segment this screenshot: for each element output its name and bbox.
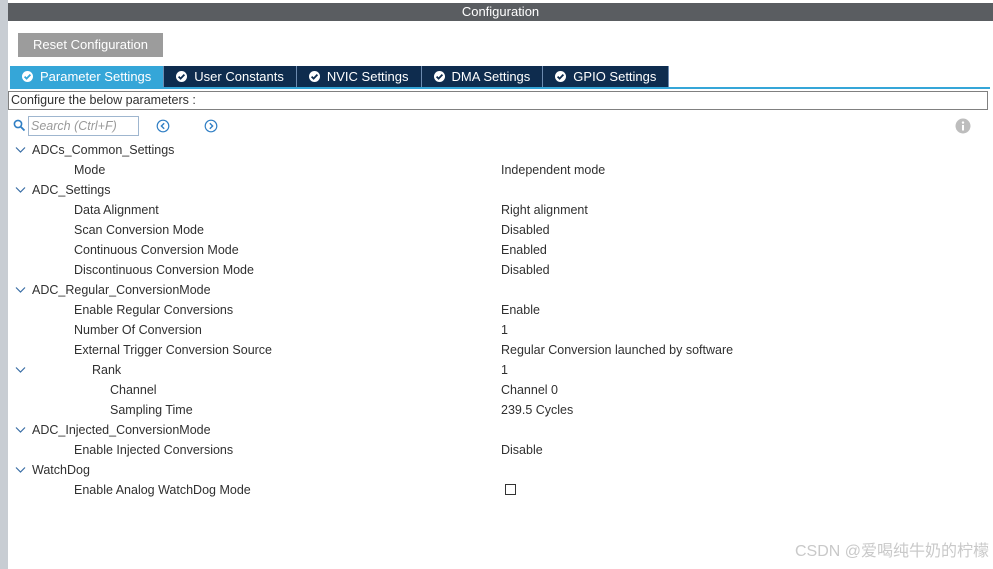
param-value[interactable]: Enable <box>501 300 540 320</box>
param-value[interactable]: Disabled <box>501 260 550 280</box>
tree-row-mode[interactable]: Mode Independent mode <box>0 160 993 180</box>
chevron-down-icon[interactable] <box>15 145 26 155</box>
tree-row-discontinuous-conversion-mode[interactable]: Discontinuous Conversion Mode Disabled <box>0 260 993 280</box>
chevron-down-icon[interactable] <box>15 185 26 195</box>
param-label: Channel <box>110 383 157 397</box>
watermark: CSDN @爱喝纯牛奶的柠檬 <box>794 543 989 560</box>
tab-nvic-settings[interactable]: NVIC Settings <box>296 66 422 87</box>
param-value[interactable]: Disabled <box>501 220 550 240</box>
check-circle-icon <box>176 71 188 82</box>
tab-label: DMA Settings <box>451 69 531 84</box>
tab-label: Parameter Settings <box>40 69 152 84</box>
group-label: ADCs_Common_Settings <box>32 143 175 157</box>
tab-label: User Constants <box>194 69 284 84</box>
tree-row-scan-conversion-mode[interactable]: Scan Conversion Mode Disabled <box>0 220 993 240</box>
chevron-down-icon[interactable] <box>15 465 26 475</box>
tab-underline <box>10 87 990 89</box>
tree-row-enable-analog-watchdog[interactable]: Enable Analog WatchDog Mode <box>0 480 993 500</box>
chevron-down-icon[interactable] <box>15 425 26 435</box>
tree-group-rank[interactable]: Rank 1 <box>0 360 993 380</box>
param-value[interactable]: 239.5 Cycles <box>501 400 573 420</box>
tree-group-adc-regular[interactable]: ADC_Regular_ConversionMode <box>0 280 993 300</box>
instruction-label: Configure the below parameters : <box>8 91 988 110</box>
tab-dma-settings[interactable]: DMA Settings <box>421 66 544 87</box>
check-circle-icon <box>22 71 33 82</box>
window-title: Configuration <box>461 4 540 19</box>
configuration-title-bar: Configuration <box>8 3 993 21</box>
param-label: Sampling Time <box>110 403 193 417</box>
tree-row-enable-injected-conversions[interactable]: Enable Injected Conversions Disable <box>0 440 993 460</box>
check-circle-icon <box>555 71 567 82</box>
tree-row-sampling-time[interactable]: Sampling Time 239.5 Cycles <box>0 400 993 420</box>
param-label: Discontinuous Conversion Mode <box>74 263 254 277</box>
reset-configuration-button[interactable]: Reset Configuration <box>18 33 163 57</box>
analog-watchdog-checkbox[interactable] <box>505 484 516 495</box>
tree-row-enable-regular-conversions[interactable]: Enable Regular Conversions Enable <box>0 300 993 320</box>
check-circle-icon <box>433 71 445 82</box>
chevron-down-icon[interactable] <box>15 365 26 375</box>
tree-row-number-of-conversion[interactable]: Number Of Conversion 1 <box>0 320 993 340</box>
parameter-tree: ADCs_Common_Settings Mode Independent mo… <box>0 140 993 500</box>
tab-parameter-settings[interactable]: Parameter Settings <box>10 66 165 87</box>
tab-gpio-settings[interactable]: GPIO Settings <box>543 66 670 87</box>
param-value[interactable]: Enabled <box>501 240 547 260</box>
check-circle-icon <box>308 71 320 82</box>
tree-group-adc-settings[interactable]: ADC_Settings <box>0 180 993 200</box>
param-label: Enable Injected Conversions <box>74 443 234 457</box>
group-label: ADC_Settings <box>32 183 111 197</box>
tree-group-watchdog[interactable]: WatchDog <box>0 460 993 480</box>
param-label: Mode <box>74 163 106 177</box>
info-icon[interactable] <box>955 118 971 134</box>
tree-row-external-trigger-source[interactable]: External Trigger Conversion Source Regul… <box>0 340 993 360</box>
tab-user-constants[interactable]: User Constants <box>164 66 297 87</box>
param-value[interactable]: Right alignment <box>501 200 588 220</box>
tree-row-continuous-conversion-mode[interactable]: Continuous Conversion Mode Enabled <box>0 240 993 260</box>
param-label: Scan Conversion Mode <box>74 223 204 237</box>
param-label: External Trigger Conversion Source <box>74 343 273 357</box>
settings-tab-bar: Parameter Settings User Constants NVIC S… <box>10 66 670 87</box>
tab-label: NVIC Settings <box>326 69 409 84</box>
param-value[interactable]: 1 <box>501 360 508 380</box>
group-label: WatchDog <box>32 463 90 477</box>
param-value[interactable]: 1 <box>501 320 508 340</box>
group-label: ADC_Injected_ConversionMode <box>32 423 211 437</box>
param-value[interactable]: Disable <box>501 440 543 460</box>
tree-row-channel[interactable]: Channel Channel 0 <box>0 380 993 400</box>
param-label: Data Alignment <box>74 203 159 217</box>
tree-group-adcs-common[interactable]: ADCs_Common_Settings <box>0 140 993 160</box>
search-previous-icon[interactable] <box>156 119 170 133</box>
search-next-icon[interactable] <box>204 119 218 133</box>
param-value[interactable]: Channel 0 <box>501 380 558 400</box>
search-input[interactable] <box>28 116 139 136</box>
param-label: Rank <box>92 363 122 377</box>
param-value[interactable]: Independent mode <box>501 160 605 180</box>
tab-label: GPIO Settings <box>573 69 657 84</box>
search-icon <box>13 119 26 132</box>
param-label: Number Of Conversion <box>74 323 202 337</box>
param-label: Enable Regular Conversions <box>74 303 234 317</box>
tree-row-data-alignment[interactable]: Data Alignment Right alignment <box>0 200 993 220</box>
tree-group-adc-injected[interactable]: ADC_Injected_ConversionMode <box>0 420 993 440</box>
group-label: ADC_Regular_ConversionMode <box>32 283 211 297</box>
param-value[interactable]: Regular Conversion launched by software <box>501 340 733 360</box>
param-label: Continuous Conversion Mode <box>74 243 239 257</box>
chevron-down-icon[interactable] <box>15 285 26 295</box>
param-label: Enable Analog WatchDog Mode <box>74 483 251 497</box>
